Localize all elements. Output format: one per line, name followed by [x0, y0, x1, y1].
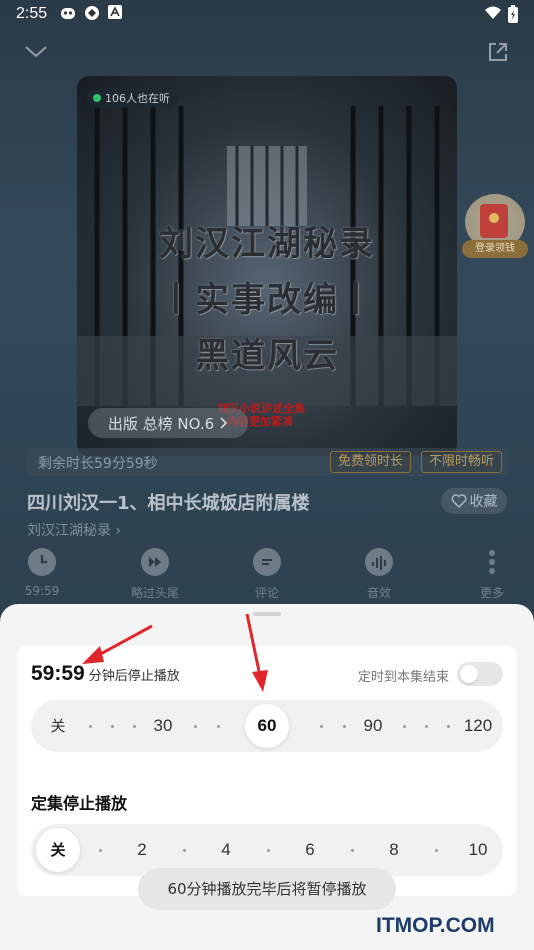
unlimited-tag[interactable]: 不限时畅听: [421, 451, 503, 473]
status-bar: 2:55: [0, 0, 534, 30]
toggle-knob: [460, 665, 478, 683]
rank-text: 出版 总榜 NO.6: [107, 414, 215, 433]
cover-title-line-1: 刘汉江湖秘录: [159, 224, 375, 264]
separator-dot: [351, 849, 354, 852]
separator-dot: [343, 725, 346, 728]
notification-app-icon: [61, 8, 75, 19]
separator-dot: [111, 725, 114, 728]
episode-stop-title: 定集停止播放: [31, 794, 128, 813]
episode-option-off[interactable]: 关: [36, 828, 80, 872]
countdown-suffix: 分钟后停止播放: [88, 669, 180, 684]
separator-dot: [447, 725, 450, 728]
separator-dot: [217, 725, 220, 728]
favorite-label: 收藏: [469, 494, 498, 510]
wifi-icon: [485, 6, 501, 19]
listeners-badge: 106人也在听: [87, 88, 178, 108]
rank-pill[interactable]: 出版 总榜 NO.6: [88, 408, 248, 438]
action-skip[interactable]: 略过头尾: [120, 548, 190, 601]
sheet-drag-handle[interactable]: [253, 612, 281, 616]
separator-dot: [183, 849, 186, 852]
chevron-right-icon: [220, 417, 228, 429]
action-label: 更多: [479, 586, 504, 600]
separator-dot: [435, 849, 438, 852]
comment-icon: [253, 548, 281, 576]
sound-effect-icon: [365, 548, 393, 576]
share-icon[interactable]: [486, 40, 510, 64]
separator-dot: [99, 849, 102, 852]
action-label: 59:59: [24, 584, 60, 598]
timer-toast: 60分钟播放完毕后将暂停播放: [138, 868, 396, 910]
action-label: 略过头尾: [130, 586, 179, 600]
action-more[interactable]: 更多: [457, 548, 527, 601]
minute-option-30[interactable]: 30: [154, 700, 173, 752]
separator-dot: [267, 849, 270, 852]
episode-option-2[interactable]: 2: [137, 824, 146, 876]
minute-selector[interactable]: 关 30 60 90 120: [31, 700, 503, 752]
status-system-icons: [484, 5, 518, 23]
chevron-right-icon: ›: [111, 523, 122, 539]
heart-icon: [451, 494, 466, 508]
countdown-display: 59:59 分钟后停止播放: [31, 662, 180, 686]
action-timer[interactable]: 59:59: [7, 548, 77, 598]
favorite-button[interactable]: 收藏: [441, 488, 507, 514]
action-sound-effect[interactable]: 音效: [344, 548, 414, 601]
minute-option-60[interactable]: 60: [245, 704, 289, 748]
action-label: 音效: [366, 586, 391, 600]
cover-title-line-3: 黑道风云: [195, 336, 339, 376]
notification-sync-icon: [85, 6, 99, 20]
remaining-time-text: 剩余时长59分59秒: [38, 456, 158, 472]
until-episode-end-label: 定时到本集结束: [357, 670, 449, 685]
timer-icon: [28, 548, 56, 576]
status-time: 2:55: [16, 5, 48, 22]
album-cover[interactable]: 106人也在听 刘汉江湖秘录 丨实事改编丨 黑道风云 刘汉小说讲述全集 内容更加…: [77, 76, 457, 456]
minute-option-90[interactable]: 90: [364, 700, 383, 752]
separator-dot: [89, 725, 92, 728]
minute-option-off[interactable]: 关: [50, 700, 65, 752]
status-notification-icons: [60, 5, 122, 21]
episode-option-10[interactable]: 10: [469, 824, 488, 876]
skip-icon: [141, 548, 169, 576]
battery-icon: [508, 5, 518, 23]
listeners-count: 106人也在听: [105, 92, 170, 105]
action-label: 评论: [254, 586, 279, 600]
collapse-chevron-icon[interactable]: [24, 44, 48, 60]
red-envelope-icon: [480, 204, 508, 238]
episode-option-8[interactable]: 8: [389, 824, 398, 876]
separator-dot: [320, 725, 323, 728]
remaining-time-bar: 剩余时长59分59秒 免费领时长 不限时畅听: [26, 448, 508, 476]
separator-dot: [425, 725, 428, 728]
separator-dot: [403, 725, 406, 728]
until-episode-end-toggle[interactable]: [457, 662, 503, 686]
countdown-value: 59:59: [31, 662, 85, 685]
album-name: 刘汉江湖秘录: [27, 523, 111, 539]
player-actions: 59:59 略过头尾 评论 音效 更多: [0, 548, 534, 604]
reward-label: 登录领钱: [462, 240, 528, 258]
episode-title: 四川刘汉一1、相中长城饭店附属楼: [27, 493, 310, 514]
login-reward-widget[interactable]: 登录领钱: [462, 192, 528, 258]
minute-option-120[interactable]: 120: [464, 700, 492, 752]
action-comment[interactable]: 评论: [232, 548, 302, 601]
album-link[interactable]: 刘汉江湖秘录 ›: [27, 520, 121, 540]
separator-dot: [133, 725, 136, 728]
separator-dot: [194, 725, 197, 728]
more-icon: [478, 548, 506, 576]
free-time-tag[interactable]: 免费领时长: [330, 451, 412, 473]
cover-title-line-2: 丨实事改编丨: [159, 280, 375, 320]
watermark: ITMOP.COM: [376, 914, 495, 937]
sleep-timer-card: 59:59 分钟后停止播放 定时到本集结束 关 30 60 90 120 定集停止…: [17, 646, 517, 896]
live-dot-icon: [93, 94, 101, 102]
notification-a-icon: [108, 5, 122, 19]
